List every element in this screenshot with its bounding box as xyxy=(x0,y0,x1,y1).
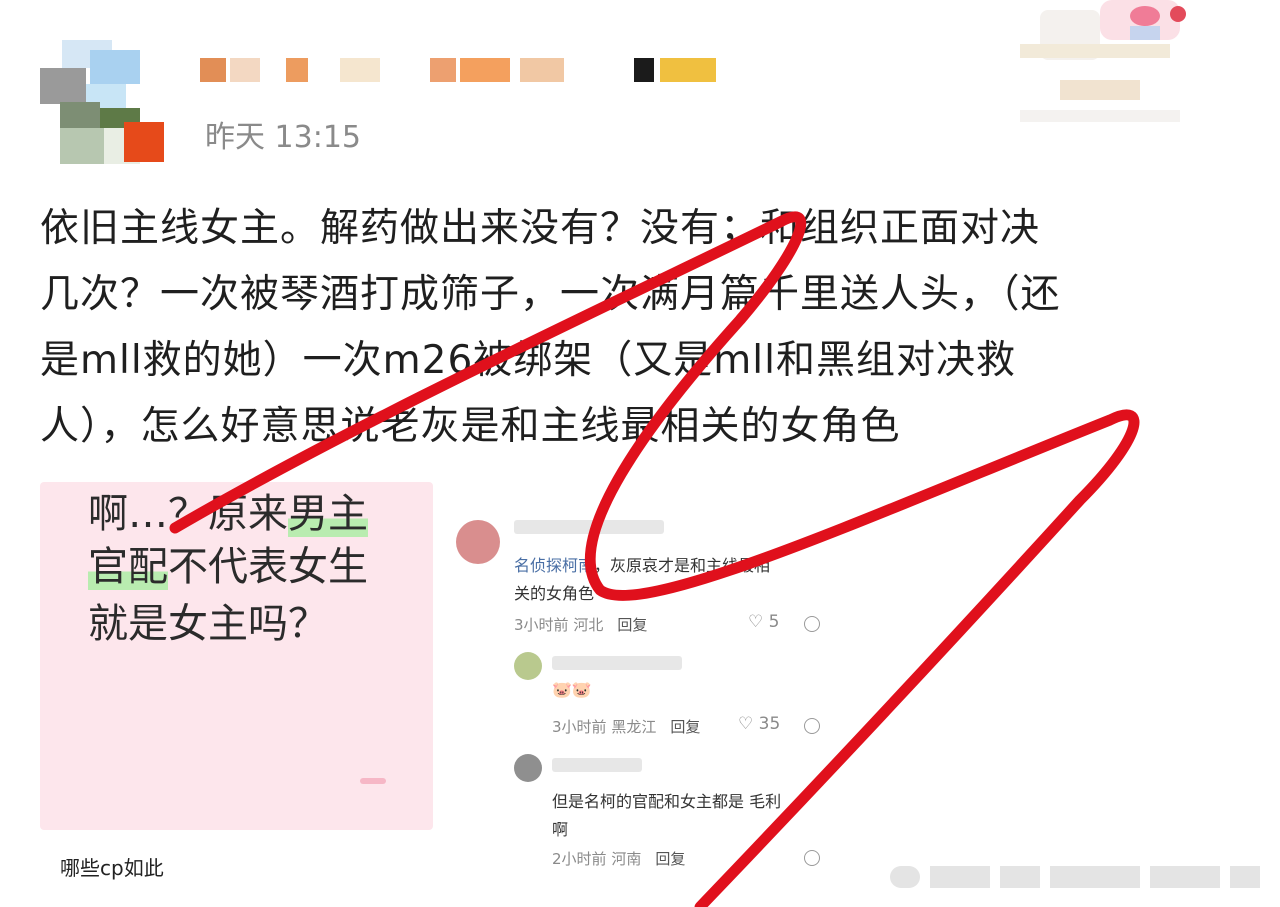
comment-text: 啊 xyxy=(552,820,569,839)
reply-button[interactable]: 回复 xyxy=(670,718,700,736)
emoji-icon[interactable] xyxy=(804,850,820,866)
card-caption: 哪些cp如此 xyxy=(60,856,164,880)
comment-meta: 3小时前 黑龙江 回复 xyxy=(552,718,701,736)
post-line: 几次？一次被琴酒打成筛子，一次满月篇千里送人头，（还 xyxy=(40,272,1061,317)
watermark xyxy=(890,862,1280,892)
comment-text: 关的女角色 xyxy=(514,584,595,603)
reply-button[interactable]: 回复 xyxy=(655,850,685,868)
card-text-line: 啊…？原来男主 xyxy=(88,488,368,540)
card-text: 啊…？原来 xyxy=(88,491,288,537)
card-text-line: 就是女主吗？ xyxy=(88,601,328,647)
post-line: 依旧主线女主。解药做出来没有？没有；和组织正面对决 xyxy=(40,206,1041,251)
card-text-line: 官配不代表女生 xyxy=(88,541,368,593)
decorative-badge xyxy=(980,0,1280,140)
comment-meta: 3小时前 河北 回复 xyxy=(514,616,648,634)
avatar xyxy=(514,754,542,782)
comment-text: 但是名柯的官配和女主都是 毛利 xyxy=(552,792,782,811)
post-time: 昨天 13:15 xyxy=(205,120,361,155)
card-highlight: 男主 xyxy=(288,491,368,537)
emoji-icon[interactable] xyxy=(804,718,820,734)
comment-meta: 2小时前 河南 回复 xyxy=(552,850,686,868)
post-line: 是mll救的她）一次m26被绑架（又是mll和黑组对决救 xyxy=(40,338,1016,383)
like-icon[interactable]: ♡ 35 xyxy=(738,714,780,734)
avatar xyxy=(456,520,500,564)
card-decoration xyxy=(360,778,386,784)
mention-link[interactable]: 名侦探柯南 xyxy=(514,556,594,575)
username-blurred xyxy=(552,758,642,772)
username-blurred xyxy=(552,656,682,670)
username-blurred[interactable] xyxy=(200,58,720,88)
avatar xyxy=(514,652,542,680)
avatar[interactable] xyxy=(40,40,166,166)
comment-text: 名侦探柯南，灰原哀才是和主线最相 xyxy=(514,556,771,575)
card-highlight: 官配 xyxy=(88,544,168,590)
post-text: 依旧主线女主。解药做出来没有？没有；和组织正面对决 几次？一次被琴酒打成筛子，一… xyxy=(40,196,1240,460)
comment-text: 🐷🐷 xyxy=(552,680,592,699)
emoji-icon[interactable] xyxy=(804,616,820,632)
username-blurred xyxy=(514,520,664,534)
like-icon[interactable]: ♡ 5 xyxy=(748,612,779,632)
comment-screenshot[interactable]: 名侦探柯南，灰原哀才是和主线最相 关的女角色 3小时前 河北 回复 ♡ 5 🐷🐷 … xyxy=(440,500,860,880)
post-line: 人），怎么好意思说老灰是和主线最相关的女角色 xyxy=(40,404,901,449)
reply-button[interactable]: 回复 xyxy=(617,616,647,634)
card-text: 不代表女生 xyxy=(168,544,368,590)
